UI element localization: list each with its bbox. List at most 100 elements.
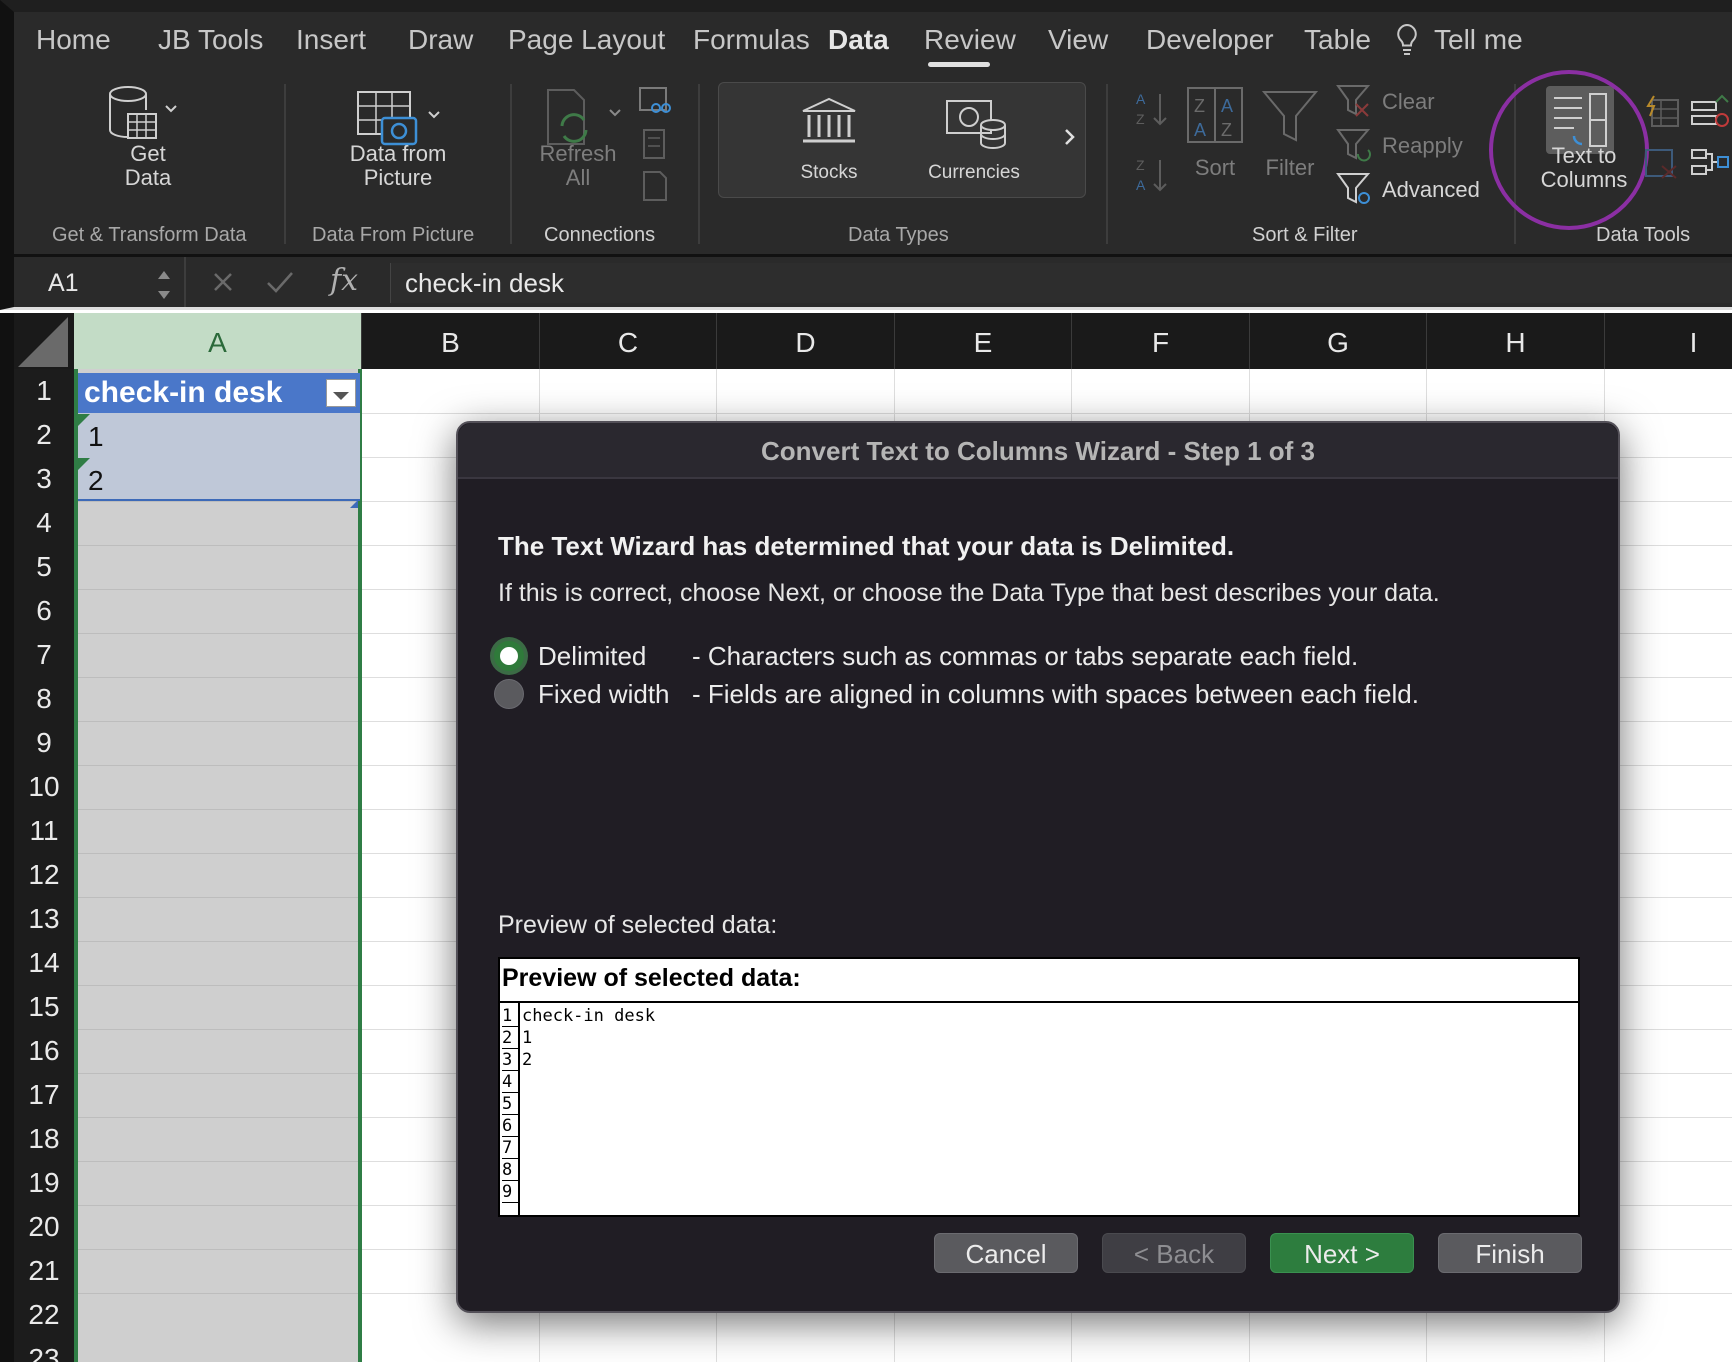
row-header[interactable]: 23 bbox=[14, 1337, 74, 1362]
sort-a-to-z-icon[interactable]: AZ bbox=[1134, 90, 1170, 135]
row-header[interactable]: 22 bbox=[14, 1293, 74, 1337]
back-button[interactable]: < Back bbox=[1102, 1233, 1246, 1273]
advanced-filter-icon[interactable] bbox=[1336, 172, 1372, 211]
tab-insert[interactable]: Insert bbox=[296, 24, 366, 56]
tab-page-layout[interactable]: Page Layout bbox=[508, 24, 665, 56]
dialog-title[interactable]: Convert Text to Columns Wizard - Step 1 … bbox=[458, 423, 1618, 479]
sort-icon[interactable]: ZAAZ bbox=[1186, 86, 1244, 151]
cell-a2[interactable]: 1 bbox=[78, 413, 360, 457]
gridline bbox=[78, 1161, 358, 1162]
row-header[interactable]: 3 bbox=[14, 457, 74, 501]
column-header-d[interactable]: D bbox=[717, 313, 895, 369]
delimited-label[interactable]: Delimited bbox=[538, 641, 646, 672]
flash-fill-icon[interactable] bbox=[1644, 94, 1680, 135]
advanced-button[interactable]: Advanced bbox=[1382, 178, 1480, 202]
preview-row-number: 6 bbox=[502, 1115, 518, 1137]
formula-input[interactable]: check-in desk bbox=[390, 263, 1732, 303]
row-header[interactable]: 14 bbox=[14, 941, 74, 985]
row-header[interactable]: 4 bbox=[14, 501, 74, 545]
column-a-selection[interactable] bbox=[74, 369, 362, 1362]
fixed-width-label[interactable]: Fixed width bbox=[538, 679, 670, 710]
tab-data[interactable]: Data bbox=[828, 24, 889, 56]
error-indicator-icon[interactable] bbox=[78, 457, 90, 475]
column-header-b[interactable]: B bbox=[362, 313, 540, 369]
column-header-g[interactable]: G bbox=[1250, 313, 1427, 369]
clear-filter-icon[interactable] bbox=[1336, 84, 1372, 123]
row-header[interactable]: 16 bbox=[14, 1029, 74, 1073]
row-header[interactable]: 5 bbox=[14, 545, 74, 589]
cancel-button[interactable]: Cancel bbox=[934, 1233, 1078, 1273]
filter-icon[interactable] bbox=[1261, 88, 1319, 149]
row-header[interactable]: 21 bbox=[14, 1249, 74, 1293]
tell-me-search[interactable]: Tell me bbox=[1434, 24, 1523, 56]
tab-view[interactable]: View bbox=[1048, 24, 1108, 56]
column-header-h[interactable]: H bbox=[1427, 313, 1605, 369]
row-header[interactable]: 20 bbox=[14, 1205, 74, 1249]
tab-developer[interactable]: Developer bbox=[1146, 24, 1274, 56]
column-header-i[interactable]: I bbox=[1605, 313, 1732, 369]
ribbon-separator bbox=[284, 84, 286, 244]
currencies-icon[interactable] bbox=[945, 97, 1009, 158]
consolidate-icon[interactable] bbox=[1690, 146, 1730, 187]
row-header[interactable]: 11 bbox=[14, 809, 74, 853]
reapply-button[interactable]: Reapply bbox=[1382, 134, 1463, 158]
dropdown-arrow-icon bbox=[333, 392, 349, 400]
name-box[interactable]: A1 bbox=[48, 269, 79, 298]
sort-button[interactable]: Sort bbox=[1179, 156, 1251, 180]
preview-box[interactable]: Preview of selected data: 1 2 3 4 5 6 7 … bbox=[498, 957, 1580, 1217]
row-header[interactable]: 2 bbox=[14, 413, 74, 457]
row-header[interactable]: 19 bbox=[14, 1161, 74, 1205]
data-validation-icon[interactable] bbox=[1644, 146, 1680, 187]
lightbulb-icon[interactable] bbox=[1394, 22, 1420, 63]
row-header[interactable]: 10 bbox=[14, 765, 74, 809]
row-header[interactable]: 15 bbox=[14, 985, 74, 1029]
cancel-entry-icon[interactable] bbox=[212, 271, 234, 298]
cell-a3[interactable]: 2 bbox=[78, 457, 360, 501]
tab-table[interactable]: Table bbox=[1304, 24, 1371, 56]
stocks-icon[interactable] bbox=[799, 97, 859, 152]
next-button[interactable]: Next > bbox=[1270, 1233, 1414, 1273]
tab-home[interactable]: Home bbox=[36, 24, 111, 56]
row-header[interactable]: 17 bbox=[14, 1073, 74, 1117]
select-all-corner[interactable] bbox=[18, 317, 68, 367]
refresh-all-button[interactable]: Refresh All bbox=[528, 142, 628, 190]
filter-dropdown-button[interactable] bbox=[326, 379, 356, 407]
tab-draw[interactable]: Draw bbox=[408, 24, 473, 56]
column-header-a[interactable]: A bbox=[74, 313, 362, 369]
name-box-stepper-icon[interactable] bbox=[156, 265, 172, 310]
function-icon[interactable]: fx bbox=[330, 263, 358, 298]
row-header[interactable]: 12 bbox=[14, 853, 74, 897]
confirm-entry-icon[interactable] bbox=[266, 271, 294, 298]
error-indicator-icon[interactable] bbox=[78, 413, 90, 431]
tab-jb-tools[interactable]: JB Tools bbox=[158, 24, 263, 56]
finish-button[interactable]: Finish bbox=[1438, 1233, 1582, 1273]
filter-button[interactable]: Filter bbox=[1254, 156, 1326, 180]
row-header[interactable]: 6 bbox=[14, 589, 74, 633]
row-header[interactable]: 1 bbox=[14, 369, 74, 413]
clear-button[interactable]: Clear bbox=[1382, 90, 1435, 114]
column-header-c[interactable]: C bbox=[540, 313, 717, 369]
row-header[interactable]: 7 bbox=[14, 633, 74, 677]
fixed-width-radio[interactable] bbox=[494, 679, 524, 709]
data-from-picture-button[interactable]: Data from Picture bbox=[334, 142, 462, 190]
row-header[interactable]: 13 bbox=[14, 897, 74, 941]
currencies-button[interactable]: Currencies bbox=[899, 161, 1049, 185]
reapply-icon[interactable] bbox=[1336, 128, 1372, 167]
tab-formulas[interactable]: Formulas bbox=[693, 24, 810, 56]
row-header[interactable]: 8 bbox=[14, 677, 74, 721]
ribbon-separator bbox=[510, 84, 512, 244]
table-resize-handle[interactable] bbox=[350, 495, 358, 513]
queries-connections-icon[interactable] bbox=[636, 86, 672, 211]
column-header-e[interactable]: E bbox=[895, 313, 1072, 369]
stocks-button[interactable]: Stocks bbox=[779, 161, 879, 185]
sort-z-to-a-icon[interactable]: ZA bbox=[1134, 156, 1170, 201]
tab-review[interactable]: Review bbox=[924, 24, 1016, 56]
cell-a1[interactable]: check-in desk bbox=[78, 373, 360, 413]
delimited-radio[interactable] bbox=[494, 641, 524, 671]
chevron-right-icon[interactable] bbox=[1063, 127, 1077, 152]
remove-duplicates-icon[interactable] bbox=[1690, 94, 1730, 135]
row-header[interactable]: 18 bbox=[14, 1117, 74, 1161]
row-header[interactable]: 9 bbox=[14, 721, 74, 765]
get-data-button[interactable]: Get Data bbox=[98, 142, 198, 190]
column-header-f[interactable]: F bbox=[1072, 313, 1250, 369]
